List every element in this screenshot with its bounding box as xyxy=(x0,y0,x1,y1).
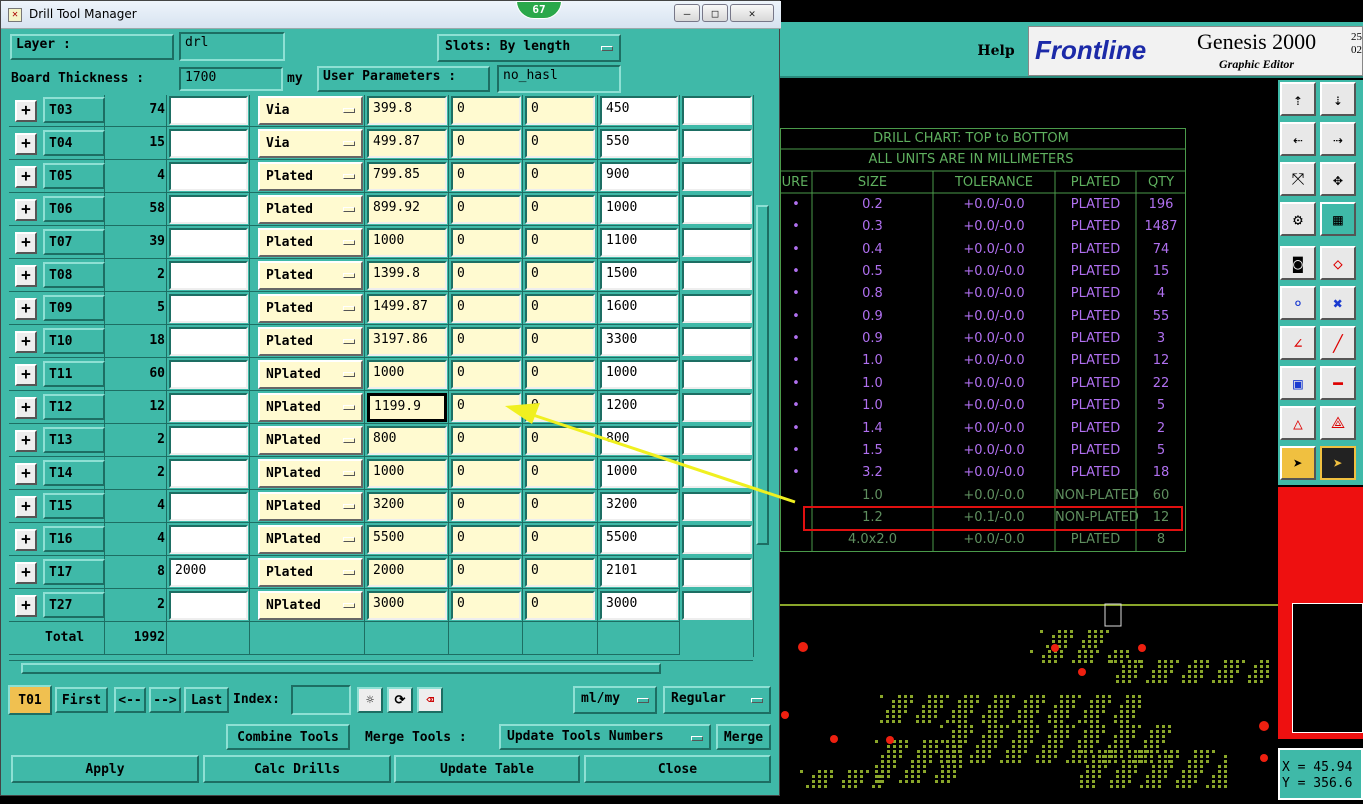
annotation-arrow xyxy=(505,403,796,504)
